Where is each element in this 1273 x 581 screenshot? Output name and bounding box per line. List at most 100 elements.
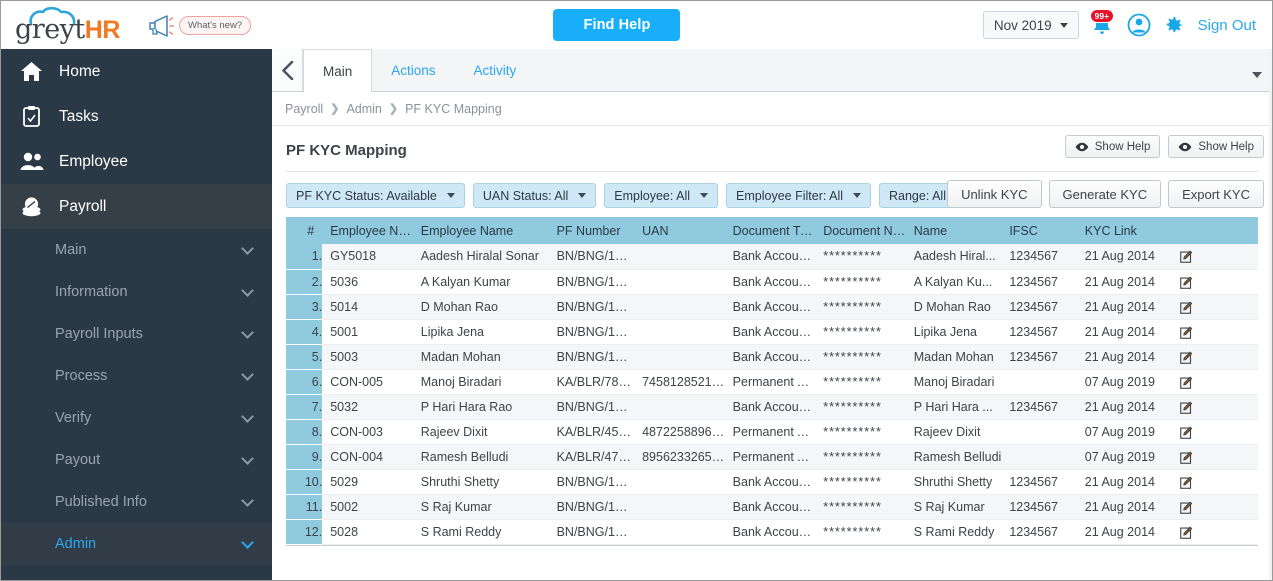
clipboard-icon bbox=[19, 106, 44, 127]
show-help-button-1[interactable]: Show Help bbox=[1064, 135, 1161, 158]
table-row[interactable]: 12. 5028 S Rami Reddy BN/BNG/123... Bank Acc… bbox=[286, 519, 1258, 545]
settings-button[interactable] bbox=[1162, 14, 1185, 37]
find-help-button[interactable]: Find Help bbox=[553, 9, 681, 41]
sidebar-sub-label-payroll-inputs: Payroll Inputs bbox=[55, 326, 143, 342]
sign-out-link[interactable]: Sign Out bbox=[1198, 17, 1256, 34]
greythr-logo[interactable]: greytHR bbox=[1, 1, 141, 49]
cell-doc-number: ********** bbox=[815, 369, 906, 395]
period-selector[interactable]: Nov 2019 bbox=[982, 11, 1079, 39]
cell-edit-action[interactable] bbox=[1172, 494, 1258, 520]
tab-activity[interactable]: Activity bbox=[455, 49, 536, 91]
sidebar-item-home[interactable]: Home bbox=[1, 49, 272, 94]
back-button[interactable] bbox=[272, 49, 303, 91]
col-kyc-link[interactable]: KYC Link bbox=[1076, 217, 1173, 244]
table-row[interactable]: 11. 5002 S Raj Kumar BN/BNG/123... Bank Acco… bbox=[286, 494, 1258, 520]
table-row[interactable]: 2. 5036 A Kalyan Kumar BN/BNG/123... Bank Ac… bbox=[286, 269, 1258, 295]
cell-edit-action[interactable] bbox=[1172, 369, 1258, 395]
edit-icon[interactable] bbox=[1180, 451, 1193, 464]
content-scrollbar[interactable] bbox=[1269, 49, 1272, 580]
cell-ifsc: 1234567 bbox=[1001, 319, 1077, 345]
col-employee-name[interactable]: Employee Name bbox=[412, 217, 549, 244]
cell-emp-name: P Hari Hara Rao bbox=[412, 394, 549, 420]
sidebar-item-admin[interactable]: Admin bbox=[1, 523, 272, 565]
cell-pf-number: BN/BNG/123... bbox=[548, 519, 635, 545]
cell-edit-action[interactable] bbox=[1172, 344, 1258, 370]
sidebar-item-main[interactable]: Main bbox=[1, 229, 272, 271]
cell-emp-no: 5029 bbox=[322, 469, 413, 495]
sidebar-item-payroll-inputs[interactable]: Payroll Inputs bbox=[1, 313, 272, 355]
col-document-number[interactable]: Document Nu... bbox=[815, 217, 906, 244]
cell-name: Shruthi Shetty bbox=[905, 469, 1002, 495]
cell-edit-action[interactable] bbox=[1172, 319, 1258, 345]
cell-emp-name: Shruthi Shetty bbox=[412, 469, 549, 495]
sidebar-item-tasks[interactable]: Tasks bbox=[1, 94, 272, 139]
cell-edit-action[interactable] bbox=[1172, 444, 1258, 470]
cell-emp-name: Rajeev Dixit bbox=[412, 419, 549, 445]
table-row[interactable]: 3. 5014 D Mohan Rao BN/BNG/123... Bank Accou… bbox=[286, 294, 1258, 320]
sidebar-item-verify[interactable]: Verify bbox=[1, 397, 272, 439]
filter-employee-filter[interactable]: Employee Filter: All bbox=[726, 183, 871, 208]
col-document-type[interactable]: Document Type bbox=[724, 217, 816, 244]
sidebar-item-label-home: Home bbox=[59, 62, 101, 80]
col-pf-number[interactable]: PF Number bbox=[548, 217, 635, 244]
user-profile-button[interactable] bbox=[1127, 13, 1151, 37]
col-uan[interactable]: UAN bbox=[634, 217, 725, 244]
edit-icon[interactable] bbox=[1180, 326, 1193, 339]
edit-icon[interactable] bbox=[1180, 426, 1193, 439]
filter-pf-kyc-status[interactable]: PF KYC Status: Available bbox=[286, 183, 465, 208]
table-row[interactable]: 5. 5003 Madan Mohan BN/BNG/123... Bank Accou… bbox=[286, 344, 1258, 370]
whats-new-badge[interactable]: What's new? bbox=[179, 15, 252, 35]
filter-uan-status[interactable]: UAN Status: All bbox=[472, 183, 597, 208]
edit-icon[interactable] bbox=[1180, 476, 1193, 489]
cell-edit-action[interactable] bbox=[1172, 469, 1258, 495]
megaphone-icon[interactable] bbox=[147, 12, 177, 38]
cell-edit-action[interactable] bbox=[1172, 269, 1258, 295]
breadcrumb-item-payroll[interactable]: Payroll bbox=[285, 102, 323, 116]
edit-icon[interactable] bbox=[1180, 376, 1193, 389]
edit-icon[interactable] bbox=[1180, 351, 1193, 364]
tab-actions[interactable]: Actions bbox=[372, 49, 454, 91]
period-selector-label: Nov 2019 bbox=[993, 17, 1052, 33]
edit-icon[interactable] bbox=[1180, 501, 1193, 514]
sidebar-item-published-info[interactable]: Published Info bbox=[1, 481, 272, 523]
cell-edit-action[interactable] bbox=[1172, 519, 1258, 545]
cell-ifsc bbox=[1001, 419, 1077, 445]
show-help-button-2[interactable]: Show Help bbox=[1168, 135, 1264, 158]
sidebar-item-employee[interactable]: Employee bbox=[1, 139, 272, 184]
edit-icon[interactable] bbox=[1180, 301, 1193, 314]
edit-icon[interactable] bbox=[1180, 401, 1193, 414]
cell-edit-action[interactable] bbox=[1172, 294, 1258, 320]
pf-kyc-table: # Employee Nu... Employee Name PF Number… bbox=[286, 217, 1258, 545]
col-index[interactable]: # bbox=[286, 217, 323, 244]
tab-overflow-chevron-down-icon[interactable] bbox=[1252, 72, 1262, 78]
cell-edit-action[interactable] bbox=[1172, 394, 1258, 420]
generate-kyc-button[interactable]: Generate KYC bbox=[1048, 180, 1162, 208]
sidebar-item-payroll[interactable]: Payroll bbox=[1, 184, 272, 229]
tab-main[interactable]: Main bbox=[303, 49, 373, 92]
unlink-kyc-button[interactable]: Unlink KYC bbox=[947, 180, 1042, 208]
chevron-down-icon bbox=[241, 241, 254, 255]
table-row[interactable]: 1. GY5018 Aadesh Hiralal Sonar BN/BNG/123..… bbox=[286, 244, 1258, 270]
table-row[interactable]: 6.CON-005Manoj BiradariKA/BLR/7845...745… bbox=[286, 369, 1258, 395]
table-row[interactable]: 10. 5029 Shruthi Shetty BN/BNG/123... Bank A… bbox=[286, 469, 1258, 495]
filter-employee[interactable]: Employee: All bbox=[604, 183, 719, 208]
sidebar-item-information[interactable]: Information bbox=[1, 271, 272, 313]
table-row[interactable]: 4. 5001 Lipika Jena BN/BNG/123... Bank Accou… bbox=[286, 319, 1258, 345]
sidebar-item-process[interactable]: Process bbox=[1, 355, 272, 397]
cell-edit-action[interactable] bbox=[1172, 419, 1258, 445]
sidebar-sub-label-main: Main bbox=[55, 242, 87, 258]
col-employee-number[interactable]: Employee Nu... bbox=[322, 217, 413, 244]
sidebar-item-payout[interactable]: Payout bbox=[1, 439, 272, 481]
breadcrumb-item-admin[interactable]: Admin bbox=[346, 102, 381, 116]
table-row[interactable]: 7. 5032 P Hari Hara Rao BN/BNG/123... Bank A… bbox=[286, 394, 1258, 420]
table-row[interactable]: 9.CON-004Ramesh BelludiKA/BLR/4789...895… bbox=[286, 444, 1258, 470]
col-ifsc[interactable]: IFSC bbox=[1001, 217, 1077, 244]
edit-icon[interactable] bbox=[1180, 276, 1193, 289]
edit-icon[interactable] bbox=[1180, 250, 1193, 264]
export-kyc-button[interactable]: Export KYC bbox=[1168, 180, 1264, 208]
edit-icon[interactable] bbox=[1180, 526, 1193, 539]
notifications-button[interactable]: 99+ bbox=[1089, 9, 1116, 39]
table-row[interactable]: 8.CON-003Rajeev DixitKA/BLR/4578...48722… bbox=[286, 419, 1258, 445]
col-name[interactable]: Name bbox=[905, 217, 1002, 244]
cell-edit-action[interactable] bbox=[1172, 244, 1258, 270]
